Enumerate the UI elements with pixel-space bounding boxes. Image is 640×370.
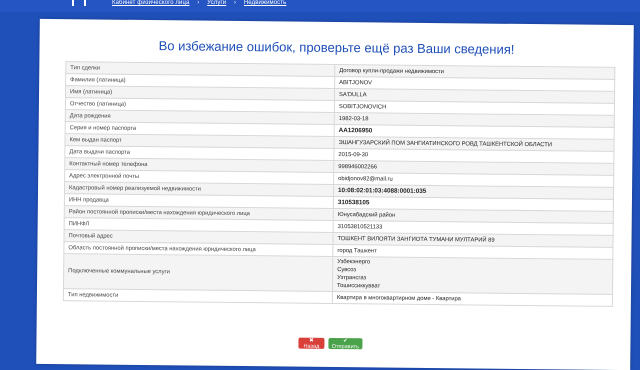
breadcrumb-services[interactable]: Услуги [207,0,226,6]
row-label: Тип недвижимости [63,288,333,304]
breadcrumb-real-estate[interactable]: Недвижимость [244,0,286,6]
page-title: Во избежание ошибок, проверьте ещё раз В… [158,38,515,57]
table-row-utilities: Подключенные коммунальные услуги Узбекэн… [63,253,613,295]
breadcrumb-separator: › [197,0,200,6]
breadcrumb-separator: › [233,0,237,6]
utilities-list: Узбекэнерго Сувсоз Узтрансгаз Тошиссикку… [332,256,613,295]
logo-icon[interactable] [72,0,86,6]
row-value: Квартира в многоквартирном доме - Кварти… [332,291,613,307]
details-table: Тип сделки Договор купли-продажи недвижим… [63,61,615,307]
row-label: Подключенные коммунальные услуги [63,253,333,292]
send-button[interactable]: ✔ Отправить [328,338,363,350]
breadcrumb-cabinet[interactable]: Кабинет физического лица [112,0,189,6]
action-buttons: ✖ Назад ✔ Отправить [298,337,363,350]
confirmation-panel: Во избежание ошибок, проверьте ещё раз В… [36,18,634,370]
back-button[interactable]: ✖ Назад [298,337,325,349]
breadcrumb: Кабинет физического лица › Услуги › Недв… [112,0,286,6]
top-bar: Кабинет физического лица › Услуги › Недв… [0,0,640,12]
